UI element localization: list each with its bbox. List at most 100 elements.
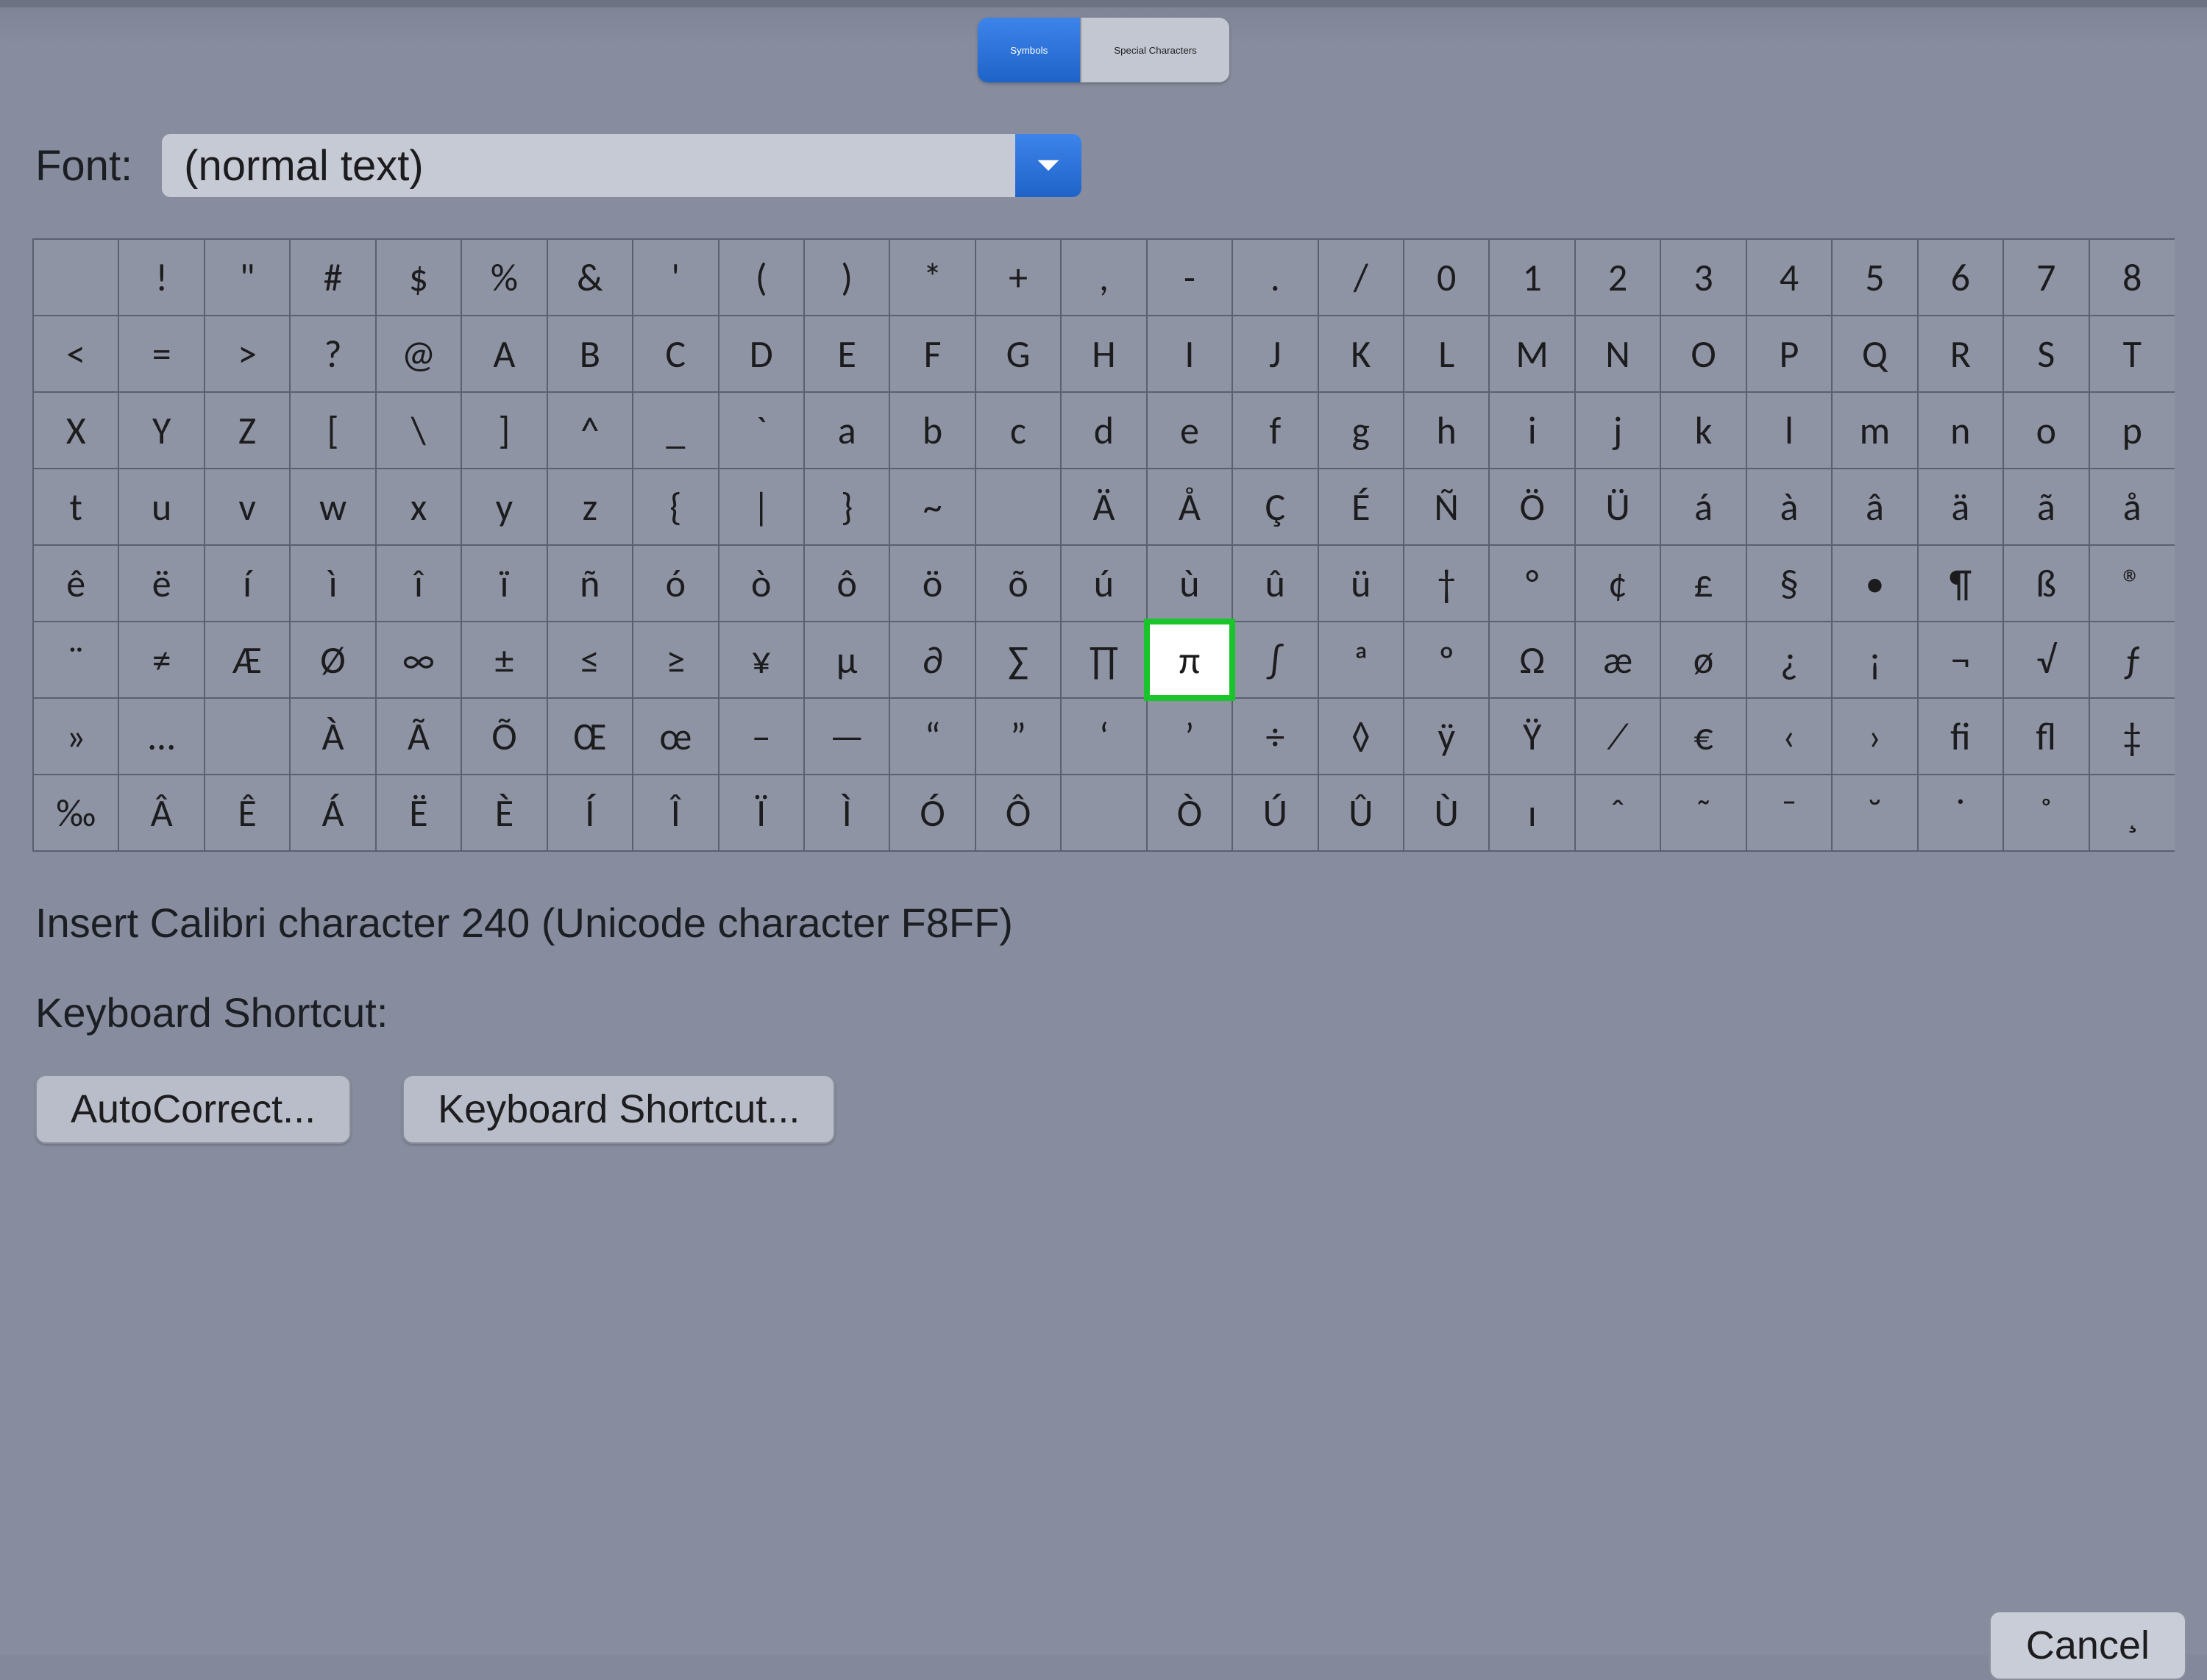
char-cell[interactable]: ≠ [118, 622, 204, 698]
char-cell[interactable]: Í [547, 775, 633, 851]
char-cell[interactable]: Z [205, 392, 290, 469]
char-cell[interactable]: T [2089, 316, 2175, 392]
char-cell[interactable]: ä [1918, 469, 2003, 545]
char-cell[interactable]: { [633, 469, 718, 545]
font-combobox[interactable]: (normal text) [162, 134, 1081, 197]
char-cell[interactable]: b [889, 392, 975, 469]
char-cell[interactable]: # [290, 239, 375, 316]
char-cell[interactable]: 2 [1575, 239, 1660, 316]
char-cell[interactable] [975, 469, 1061, 545]
keyboard-shortcut-button[interactable]: Keyboard Shortcut... [402, 1075, 835, 1144]
char-cell[interactable]: . [1232, 239, 1318, 316]
char-cell[interactable]: Ã [376, 698, 461, 775]
char-cell[interactable]: f [1232, 392, 1318, 469]
char-cell[interactable]: Ù [1404, 775, 1489, 851]
char-cell[interactable] [205, 698, 290, 775]
char-cell[interactable]: L [1404, 316, 1489, 392]
char-cell[interactable]: – [719, 698, 804, 775]
char-cell[interactable]: ¸ [2089, 775, 2175, 851]
char-cell[interactable]: î [376, 545, 461, 622]
char-cell[interactable]: M [1489, 316, 1574, 392]
char-cell[interactable]: Q [1832, 316, 1917, 392]
char-cell[interactable]: ñ [547, 545, 633, 622]
char-cell[interactable]: • [1832, 545, 1917, 622]
char-cell[interactable]: ¡ [1832, 622, 1917, 698]
char-cell[interactable]: Y [118, 392, 204, 469]
char-cell[interactable]: Ç [1232, 469, 1318, 545]
char-cell[interactable]: < [33, 316, 118, 392]
char-cell[interactable]: z [547, 469, 633, 545]
char-cell[interactable]: ∑ [975, 622, 1061, 698]
char-cell[interactable]: Ï [719, 775, 804, 851]
char-cell[interactable]: i [1489, 392, 1574, 469]
char-cell[interactable]: Î [633, 775, 718, 851]
char-cell[interactable]: € [1660, 698, 1746, 775]
char-cell[interactable]: Ü [1575, 469, 1660, 545]
char-cell[interactable]: 3 [1660, 239, 1746, 316]
char-cell[interactable]: , [1061, 239, 1146, 316]
char-cell[interactable]: c [975, 392, 1061, 469]
char-cell[interactable]: | [719, 469, 804, 545]
char-cell[interactable]: ◊ [1318, 698, 1404, 775]
char-cell[interactable]: ﬁ [1918, 698, 2003, 775]
chevron-down-icon[interactable] [1015, 134, 1081, 197]
char-cell[interactable]: H [1061, 316, 1146, 392]
char-cell[interactable]: ≤ [547, 622, 633, 698]
char-cell[interactable]: w [290, 469, 375, 545]
char-cell[interactable]: õ [975, 545, 1061, 622]
char-cell[interactable]: ø [1660, 622, 1746, 698]
char-cell[interactable]: % [461, 239, 547, 316]
char-cell[interactable]: ' [633, 239, 718, 316]
char-cell[interactable]: œ [633, 698, 718, 775]
char-cell[interactable]: ÿ [1404, 698, 1489, 775]
char-cell[interactable]: e [1147, 392, 1232, 469]
char-cell[interactable]: ¿ [1746, 622, 1832, 698]
char-cell[interactable]: - [1147, 239, 1232, 316]
char-cell[interactable]: ) [804, 239, 889, 316]
char-cell[interactable]: Œ [547, 698, 633, 775]
char-cell-pi[interactable]: π [1147, 622, 1232, 698]
char-cell[interactable]: á [1660, 469, 1746, 545]
char-cell[interactable]: º [1404, 622, 1489, 698]
char-cell[interactable]: ü [1318, 545, 1404, 622]
char-cell[interactable]: ¬ [1918, 622, 2003, 698]
char-cell[interactable]: ô [804, 545, 889, 622]
char-cell[interactable]: ˘ [1832, 775, 1917, 851]
char-cell[interactable]: ˜ [1660, 775, 1746, 851]
char-cell[interactable]: 7 [2003, 239, 2089, 316]
char-cell[interactable]: d [1061, 392, 1146, 469]
char-cell[interactable]: ã [2003, 469, 2089, 545]
char-cell[interactable]: = [118, 316, 204, 392]
char-cell[interactable]: √ [2003, 622, 2089, 698]
char-cell[interactable]: ⁄ [1575, 698, 1660, 775]
char-cell[interactable]: ® [2089, 545, 2175, 622]
char-cell[interactable]: Ÿ [1489, 698, 1574, 775]
char-cell[interactable]: 4 [1746, 239, 1832, 316]
char-cell[interactable]: 8 [2089, 239, 2175, 316]
char-cell[interactable]: Ê [205, 775, 290, 851]
char-cell[interactable]: ú [1061, 545, 1146, 622]
char-cell[interactable]: u [118, 469, 204, 545]
char-cell[interactable]: ∞ [376, 622, 461, 698]
tab-symbols[interactable]: Symbols [978, 18, 1080, 82]
char-cell[interactable]: ^ [547, 392, 633, 469]
char-cell[interactable]: § [1746, 545, 1832, 622]
char-cell[interactable]: Ú [1232, 775, 1318, 851]
char-cell[interactable]: ‘ [1061, 698, 1146, 775]
char-cell[interactable]: [ [290, 392, 375, 469]
char-cell[interactable]: F [889, 316, 975, 392]
char-cell[interactable]: » [33, 698, 118, 775]
tab-special-characters[interactable]: Special Characters [1080, 18, 1229, 82]
char-cell[interactable]: + [975, 239, 1061, 316]
char-cell[interactable]: “ [889, 698, 975, 775]
char-cell[interactable]: ] [461, 392, 547, 469]
char-cell[interactable]: ê [33, 545, 118, 622]
char-cell[interactable]: D [719, 316, 804, 392]
char-cell[interactable]: I [1147, 316, 1232, 392]
apple-logo-cell[interactable] [1061, 775, 1146, 851]
char-cell[interactable]: Ì [804, 775, 889, 851]
char-cell[interactable]: Ä [1061, 469, 1146, 545]
char-cell[interactable]: É [1318, 469, 1404, 545]
char-cell[interactable]: Ö [1489, 469, 1574, 545]
char-cell[interactable]: * [889, 239, 975, 316]
